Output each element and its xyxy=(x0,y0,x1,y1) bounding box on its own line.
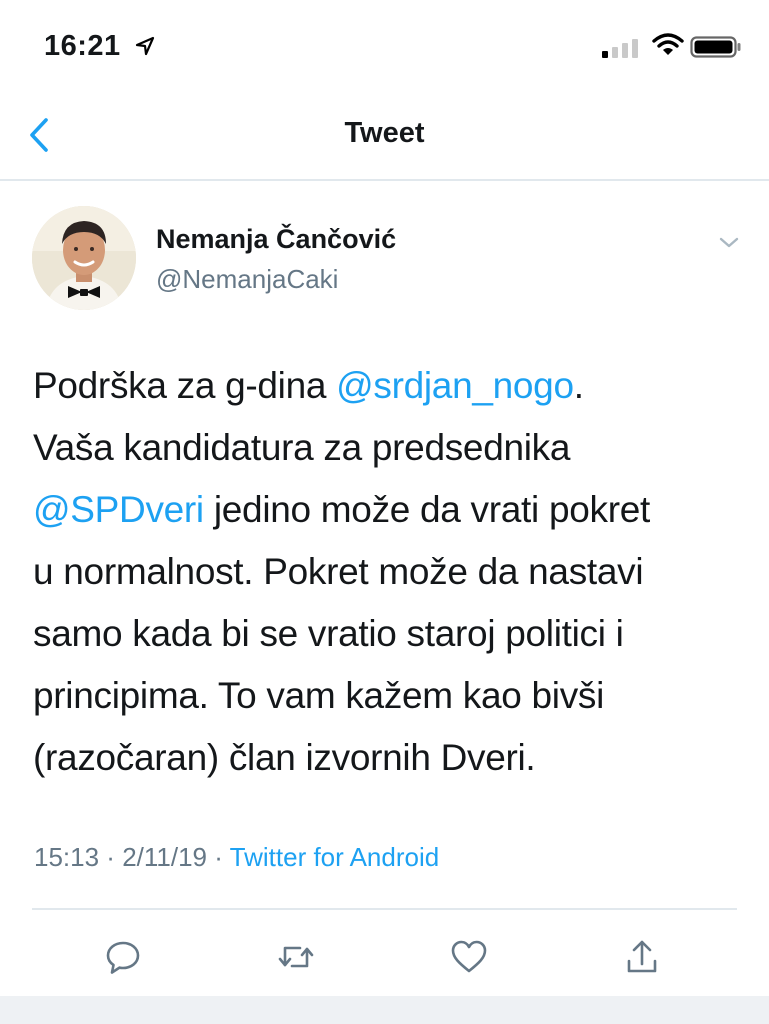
avatar-image xyxy=(32,206,136,310)
author-name[interactable]: Nemanja Čančović xyxy=(156,224,396,255)
tweet-text-segment: principima. To vam kažem kao bivši xyxy=(33,675,605,716)
reply-icon xyxy=(106,941,140,974)
bottom-strip xyxy=(0,996,769,1024)
mention-link[interactable]: @SPDveri xyxy=(33,489,204,530)
retweet-icon xyxy=(278,946,314,968)
tweet-text: Podrška za g-dina @srdjan_nogo. Vaša kand… xyxy=(33,355,738,789)
mention-link[interactable]: @srdjan_nogo xyxy=(336,365,574,406)
location-arrow-icon xyxy=(135,36,155,56)
retweet-button[interactable] xyxy=(271,932,321,982)
meta-separator: · xyxy=(99,842,123,872)
tweet-text-line: @SPDveri jedino može da vrati pokret xyxy=(33,479,738,541)
share-button[interactable] xyxy=(617,932,667,982)
tweet-text-segment: Podrška za g-dina xyxy=(33,365,337,406)
tweet-header: Nemanja Čančović @NemanjaCaki xyxy=(0,200,769,320)
tweet-text-line: u normalnost. Pokret može da nastavi xyxy=(33,541,738,603)
nav-bar: Tweet xyxy=(0,95,769,181)
battery-icon xyxy=(690,36,741,58)
page-title: Tweet xyxy=(344,117,425,149)
tweet-options-button[interactable] xyxy=(715,233,743,253)
tweet-text-line: Podrška za g-dina @srdjan_nogo. xyxy=(33,355,738,417)
like-button[interactable] xyxy=(444,932,494,982)
chevron-down-icon xyxy=(719,237,739,248)
wifi-icon xyxy=(652,33,684,55)
tweet-text-segment: jedino može da vrati pokret xyxy=(203,489,650,530)
like-icon xyxy=(451,940,487,973)
status-time: 16:21 xyxy=(44,30,121,62)
tweet-text-line: principima. To vam kažem kao bivši xyxy=(33,665,738,727)
tweet-text-segment: samo kada bi se vratio staroj politici i xyxy=(33,613,624,654)
avatar[interactable] xyxy=(32,206,136,310)
tweet-text-line: Vaša kandidatura za predsednika xyxy=(33,417,738,479)
divider xyxy=(32,908,737,910)
meta-separator: · xyxy=(207,842,230,872)
tweet-time: 15:13 xyxy=(34,842,100,872)
tweet-text-segment: . xyxy=(573,365,584,406)
tweet-text-line: (razočaran) član izvornih Dveri. xyxy=(33,727,738,789)
action-bar xyxy=(0,920,769,996)
tweet-text-segment: u normalnost. Pokret može da nastavi xyxy=(33,551,644,592)
tweet-meta: 15:13 · 2/11/19 · Twitter for Android xyxy=(34,842,439,873)
signal-icon xyxy=(602,39,638,58)
tweet-date: 2/11/19 xyxy=(122,842,208,872)
reply-button[interactable] xyxy=(98,932,148,982)
status-bar: 16:21 xyxy=(0,0,769,95)
tweet-source[interactable]: Twitter for Android xyxy=(230,842,440,872)
tweet-text-segment: (razočaran) član izvornih Dveri. xyxy=(33,737,536,778)
tweet-text-line: samo kada bi se vratio staroj politici i xyxy=(33,603,738,665)
tweet-text-segment: Vaša kandidatura za predsednika xyxy=(33,427,571,468)
share-icon xyxy=(627,940,657,973)
author-handle: @NemanjaCaki xyxy=(156,264,339,294)
